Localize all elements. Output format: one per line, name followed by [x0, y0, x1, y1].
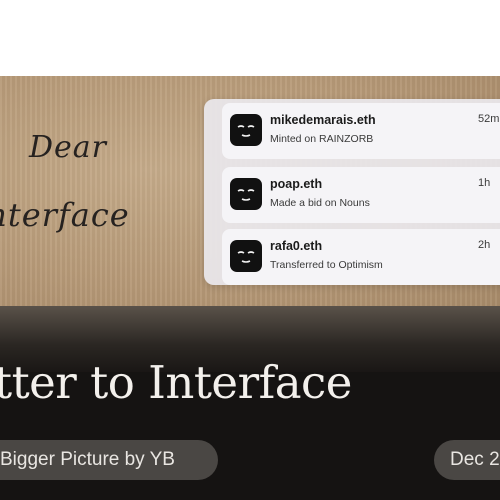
notification-name: mikedemarais.eth: [270, 113, 376, 127]
hero-handwritten-line-2: nterface: [0, 196, 130, 234]
notifications-panel: mikedemarais.eth Minted on RAINZORB 52m …: [204, 99, 500, 285]
article-title[interactable]: tter to Interface: [0, 356, 352, 409]
sleepy-face-icon: [230, 240, 262, 272]
sleepy-face-icon: [230, 114, 262, 146]
date-tag: Dec 2: [434, 440, 500, 480]
notification-time: 1h: [478, 177, 491, 189]
notification-name: poap.eth: [270, 177, 323, 191]
notification-time: 2h: [478, 239, 491, 251]
author-tag-label: Bigger Picture by YB: [0, 449, 175, 470]
hero-handwritten-line-1: Dear: [28, 130, 108, 165]
notification-item[interactable]: rafa0.eth Transferred to Optimism 2h: [222, 229, 500, 285]
notification-name: rafa0.eth: [270, 239, 323, 253]
sleepy-face-icon: [230, 178, 262, 210]
author-tag[interactable]: Bigger Picture by YB: [0, 440, 218, 480]
top-blank-area: [0, 0, 500, 76]
notification-item[interactable]: mikedemarais.eth Minted on RAINZORB 52m: [222, 103, 500, 159]
notification-action: Minted on RAINZORB: [270, 133, 374, 145]
notification-item[interactable]: poap.eth Made a bid on Nouns 1h: [222, 167, 500, 223]
notification-action: Transferred to Optimism: [270, 259, 383, 271]
hero-image[interactable]: Dear nterface mikedemarais.eth Minted on…: [0, 76, 500, 310]
date-tag-label: Dec 2: [450, 449, 500, 470]
notification-action: Made a bid on Nouns: [270, 197, 370, 209]
notification-time: 52m: [478, 113, 500, 125]
